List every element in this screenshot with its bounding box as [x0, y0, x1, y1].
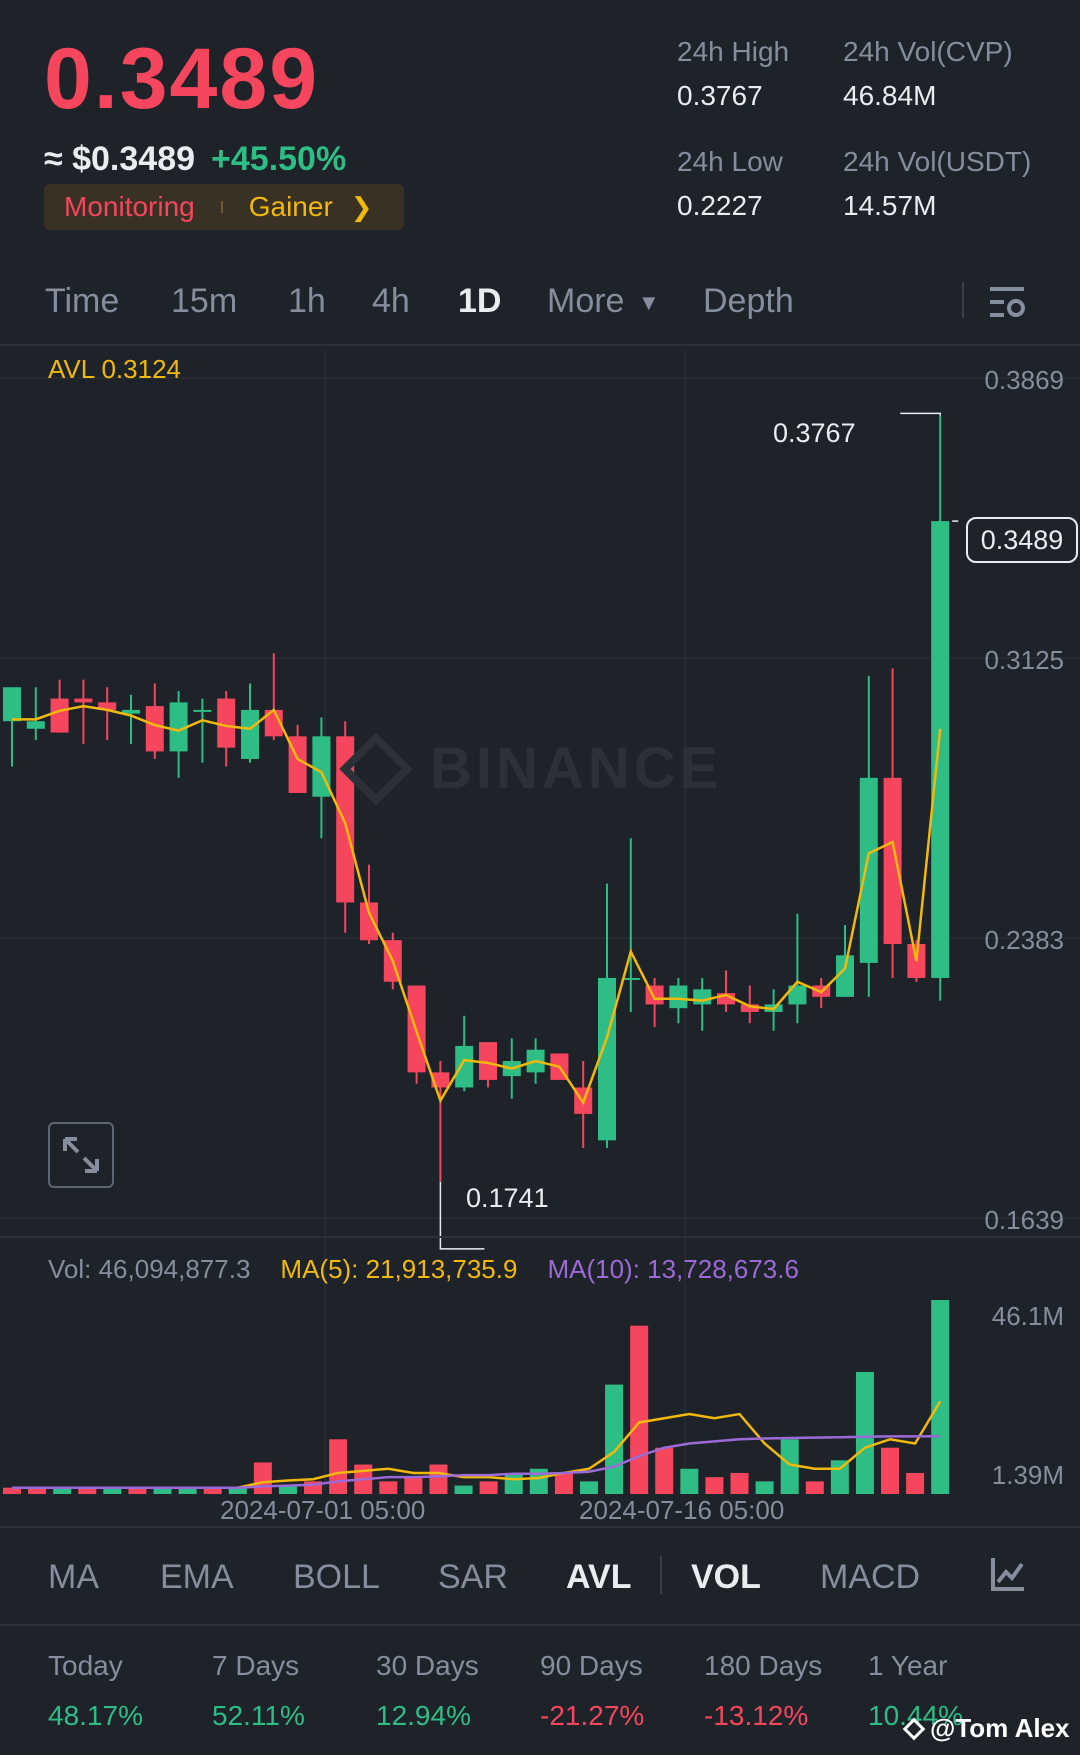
y-axis-label: 0.3125: [984, 645, 1064, 675]
candle-body: [693, 989, 712, 1005]
volume-bar: [705, 1477, 724, 1494]
vol-value: Vol: 46,094,877.3: [48, 1254, 251, 1284]
indicator-vol[interactable]: VOL: [691, 1558, 761, 1597]
binance-watermark: BINANCE: [339, 731, 723, 806]
period-label: Today: [48, 1650, 123, 1681]
period-item: 7 Days 52.11%: [212, 1650, 305, 1732]
period-value: 48.17%: [48, 1700, 143, 1731]
volume-bar: [805, 1481, 824, 1494]
indicator-sar[interactable]: SAR: [438, 1558, 508, 1597]
candle-body: [669, 985, 688, 1009]
volume-bar: [53, 1488, 72, 1494]
volume-bar: [504, 1472, 523, 1494]
avl-label: AVL 0.3124: [48, 354, 181, 384]
period-value: 52.11%: [212, 1700, 305, 1731]
period-item: 90 Days -21.27%: [540, 1650, 644, 1732]
indicator-ma[interactable]: MA: [48, 1558, 99, 1597]
period-value: -13.12%: [704, 1700, 809, 1731]
volume-bar: [454, 1485, 473, 1494]
period-label: 1 Year: [868, 1650, 948, 1681]
volume-bar: [429, 1464, 448, 1494]
vol-axis-label: 1.39M: [991, 1460, 1064, 1490]
candle-body: [74, 698, 93, 703]
period-label: 180 Days: [704, 1650, 823, 1681]
candle-body: [241, 709, 259, 759]
volume-bar: [680, 1468, 699, 1494]
candle-body: [859, 777, 878, 963]
y-axis-label: 0.2383: [984, 925, 1064, 955]
binance-small-icon: [902, 1717, 926, 1741]
indicator-chart-glyph: [991, 1558, 1024, 1591]
volume-bar: [655, 1447, 674, 1494]
low-marker-label: 0.1741: [466, 1183, 549, 1213]
x-axis-date: 2024-07-16 05:00: [579, 1495, 785, 1525]
period-item: 30 Days 12.94%: [376, 1650, 479, 1732]
candle-body: [598, 977, 616, 1141]
vol-ma5: MA(5): 21,913,735.9: [280, 1254, 518, 1284]
volume-bar: [479, 1481, 498, 1494]
volume-ma10-line: [12, 1434, 941, 1489]
candle-body: [3, 687, 21, 722]
volume-bar: [755, 1481, 774, 1494]
period-label: 7 Days: [212, 1650, 300, 1681]
volume-bar: [931, 1300, 950, 1494]
volume-legend: Vol: 46,094,877.3 MA(5): 21,913,735.9 MA…: [48, 1254, 799, 1285]
x-axis-date: 2024-07-01 05:00: [220, 1495, 426, 1525]
volume-bar: [579, 1481, 598, 1494]
volume-bar: [881, 1447, 900, 1494]
volume-bar: [730, 1472, 749, 1494]
candle-body: [931, 521, 950, 978]
expand-icon: [63, 1137, 99, 1173]
period-value: -21.27%: [540, 1700, 645, 1731]
y-axis-label: 0.3869: [984, 365, 1064, 395]
period-item: Today 48.17%: [48, 1650, 143, 1732]
vol-ma10: MA(10): 13,728,673.6: [547, 1254, 799, 1284]
high-marker-line: [900, 412, 941, 416]
watermark-text: BINANCE: [430, 736, 723, 801]
volume-bar: [554, 1472, 573, 1494]
binance-logo-icon: [339, 731, 413, 806]
indicator-settings-icon[interactable]: [990, 1556, 1026, 1601]
volume-bar: [605, 1384, 624, 1494]
separator: [0, 1236, 1080, 1238]
credit-label: @Tom Alex: [930, 1713, 1070, 1743]
candle-body: [193, 709, 212, 712]
volume-bar: [153, 1488, 172, 1494]
candle-body: [455, 1045, 474, 1088]
candle-body: [50, 698, 69, 733]
candle-body: [883, 777, 902, 944]
current-price-badge: 0.3489: [966, 517, 1078, 563]
volume-bar: [253, 1462, 272, 1494]
credit-text: @Tom Alex: [902, 1713, 1070, 1744]
volume-bar: [379, 1481, 398, 1494]
separator: [0, 1526, 1080, 1528]
indicator-ema[interactable]: EMA: [160, 1558, 234, 1597]
app-root: 0.3489 ≈ $0.3489 +45.50% Monitoring Gaine…: [0, 0, 1080, 1755]
volume-bar: [830, 1460, 849, 1494]
separator: [0, 1624, 1080, 1626]
volume-bar: [329, 1439, 348, 1494]
volume-bar: [855, 1371, 874, 1494]
period-value: 12.94%: [376, 1700, 471, 1731]
high-marker-label: 0.3767: [773, 418, 856, 448]
candle-body: [217, 698, 236, 748]
volume-bar: [630, 1325, 649, 1494]
indicator-avl[interactable]: AVL: [566, 1558, 631, 1597]
period-item: 180 Days -13.12%: [704, 1650, 822, 1732]
vol-axis-label: 46.1M: [991, 1301, 1064, 1331]
volume-bar: [906, 1472, 925, 1494]
y-axis-label: 0.1639: [984, 1205, 1064, 1235]
indicator-boll[interactable]: BOLL: [293, 1558, 380, 1597]
candle-body: [26, 721, 45, 729]
candle-body: [145, 706, 164, 752]
volume-bar: [404, 1477, 423, 1494]
period-label: 30 Days: [376, 1650, 479, 1681]
indicator-divider: [660, 1556, 662, 1594]
expand-button[interactable]: [48, 1122, 114, 1188]
indicator-macd[interactable]: MACD: [820, 1558, 920, 1597]
volume-bar: [203, 1488, 222, 1494]
period-label: 90 Days: [540, 1650, 643, 1681]
